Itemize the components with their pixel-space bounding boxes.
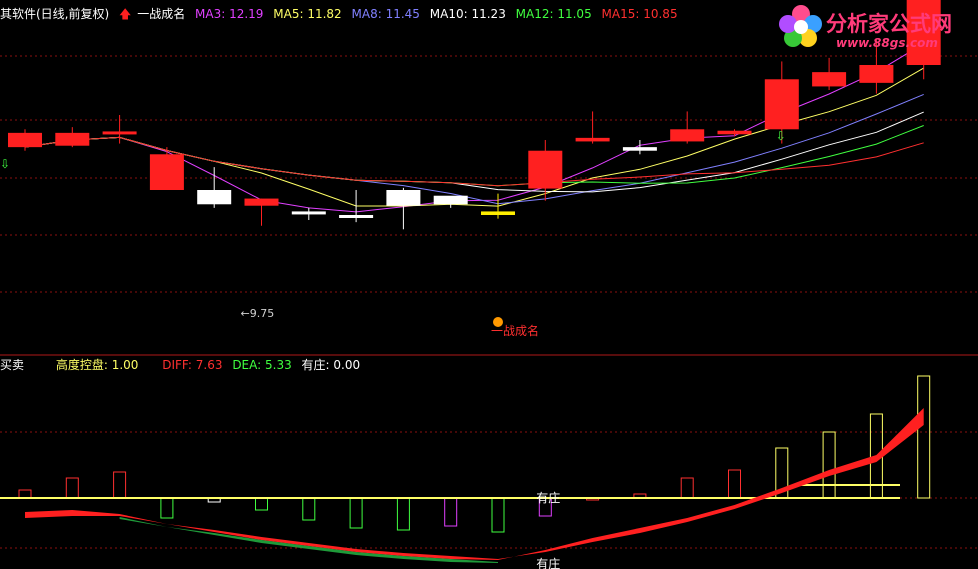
indicator-bar bbox=[302, 497, 316, 521]
down-arrow-icon: ⇩ bbox=[776, 129, 786, 143]
indicator-bar bbox=[349, 497, 363, 529]
indicator-bar bbox=[444, 497, 458, 527]
indicator-bar bbox=[917, 375, 931, 499]
candle-body bbox=[197, 190, 232, 205]
logo-url: www.88gs.com bbox=[836, 36, 938, 50]
signal-label: 一战成名 bbox=[491, 323, 539, 338]
dealer-tag: 有庄 bbox=[536, 490, 560, 505]
indicator-bar bbox=[491, 497, 505, 533]
candle-body bbox=[102, 131, 137, 135]
candle-body bbox=[622, 147, 657, 151]
site-logo[interactable]: 分析家公式网 www.88gs.com bbox=[778, 4, 968, 54]
ma15-label: MA15: 10.85 bbox=[601, 7, 678, 21]
indicator-bar bbox=[255, 497, 268, 511]
candle-body bbox=[149, 154, 184, 190]
indicator-bar bbox=[822, 431, 836, 499]
candle-body bbox=[433, 195, 468, 205]
indicator-bar bbox=[18, 489, 32, 499]
up-arrow-icon: 🡅 bbox=[119, 7, 132, 21]
chart-title: 其软件(日线,前复权) bbox=[0, 7, 110, 21]
indicator-bar bbox=[65, 477, 79, 499]
candle-body bbox=[575, 137, 610, 142]
flower-logo-icon bbox=[779, 5, 822, 47]
indicator-title: 买卖 bbox=[0, 358, 25, 372]
low-price-label: ←9.75 bbox=[241, 307, 275, 320]
candle-body bbox=[528, 150, 563, 189]
candle-body bbox=[55, 132, 90, 146]
indicator-bar bbox=[113, 471, 127, 499]
dea-label: DEA: 5.33 bbox=[232, 358, 292, 372]
dealer-label: 有庄: 0.00 bbox=[301, 358, 361, 372]
indicator-bar bbox=[728, 469, 741, 499]
ma3-label: MA3: 12.19 bbox=[195, 7, 264, 21]
kline-chart[interactable]: 有庄有庄 ←9.75一战成名⇩⇩ bbox=[0, 0, 978, 569]
indicator-bar bbox=[396, 497, 410, 531]
candle-body bbox=[481, 211, 515, 215]
candle-body bbox=[386, 190, 421, 206]
indicator-header: 买卖 高度控盘: 1.00 DIFF: 7.63 DEA: 5.33 有庄: 0… bbox=[0, 358, 366, 372]
control-label: 高度控盘: 1.00 bbox=[55, 358, 139, 372]
ma8-label: MA8: 11.45 bbox=[351, 7, 420, 21]
candle-body bbox=[8, 132, 42, 148]
candle-body bbox=[291, 211, 326, 215]
ma5-label: MA5: 11.82 bbox=[273, 7, 342, 21]
candle-body bbox=[339, 215, 374, 218]
main-chart-header: 其软件(日线,前复权) 🡅 一战成名 MA3: 12.19 MA5: 11.82… bbox=[0, 7, 684, 21]
diff-label: DIFF: 7.63 bbox=[162, 358, 223, 372]
candle-body bbox=[670, 129, 705, 142]
annotations: ←9.75 一战成名 ⇩ ⇩ bbox=[0, 129, 786, 338]
signal-label: 一战成名 bbox=[137, 7, 186, 21]
dealer-tag: 有庄 bbox=[536, 556, 560, 569]
indicator-bar bbox=[160, 497, 174, 519]
candle-body bbox=[717, 130, 752, 135]
candle-body bbox=[812, 72, 847, 87]
ma10-label: MA10: 11.23 bbox=[429, 7, 506, 21]
ma12-label: MA12: 11.05 bbox=[515, 7, 592, 21]
indicator-panel: 有庄有庄 bbox=[0, 375, 931, 569]
logo-text: 分析家公式网 bbox=[826, 12, 952, 36]
down-arrow-icon: ⇩ bbox=[0, 157, 10, 171]
indicator-bar bbox=[680, 477, 694, 499]
candle-body bbox=[244, 198, 279, 206]
candle-body bbox=[859, 65, 894, 83]
candle-body bbox=[764, 79, 799, 130]
macd-band-red bbox=[25, 408, 924, 560]
